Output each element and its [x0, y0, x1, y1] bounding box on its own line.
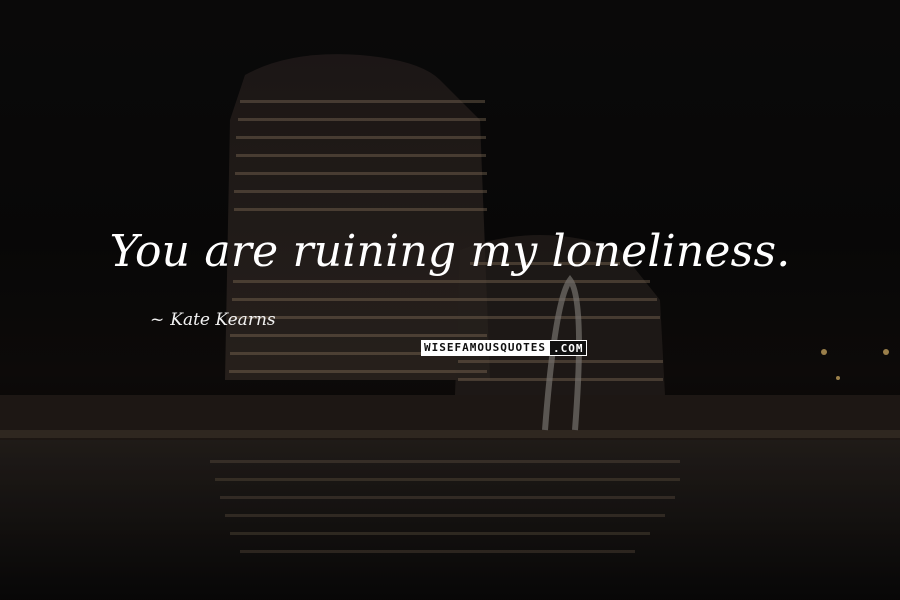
- author-attribution: ~ Kate Kearns: [150, 310, 276, 330]
- tilde-icon: ~: [150, 310, 165, 330]
- watermark-right: .COM: [548, 340, 588, 356]
- watermark-logo: WISEFAMOUSQUOTES .COM: [421, 340, 588, 356]
- author-name: Kate Kearns: [170, 310, 276, 330]
- watermark-left: WISEFAMOUSQUOTES: [421, 340, 549, 356]
- quote-image: You are ruining my loneliness. ~ Kate Ke…: [0, 0, 900, 600]
- quote-text: You are ruining my loneliness.: [109, 226, 791, 277]
